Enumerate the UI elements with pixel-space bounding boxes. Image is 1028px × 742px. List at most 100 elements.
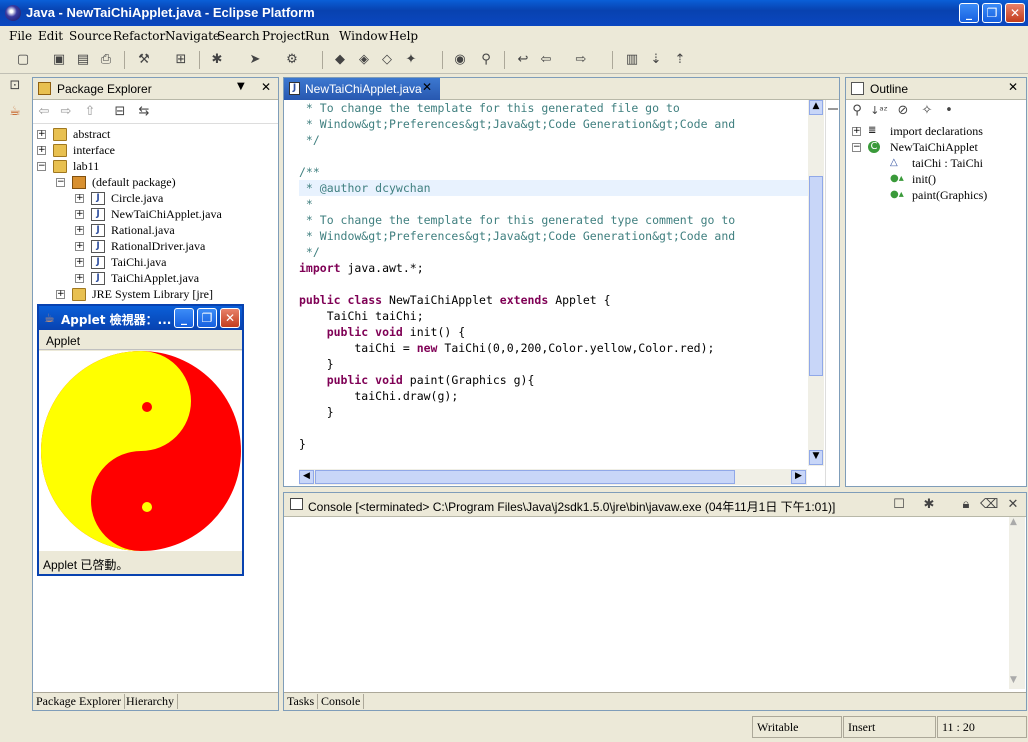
- hide-local-types-icon[interactable]: •: [940, 102, 958, 120]
- applet-close-button[interactable]: ✕: [220, 308, 240, 328]
- hscroll-thumb[interactable]: [315, 470, 735, 484]
- java-perspective-icon[interactable]: ☕: [6, 103, 24, 121]
- menu-window[interactable]: Window: [339, 29, 388, 43]
- expand-icon[interactable]: +: [37, 130, 46, 139]
- new-interface-icon[interactable]: ◇: [378, 51, 396, 69]
- new-project-icon[interactable]: ⚒: [135, 51, 153, 69]
- external-tools-icon[interactable]: ⚙: [283, 51, 301, 69]
- open-perspective-icon[interactable]: ⊡: [6, 77, 24, 95]
- prev-annotation-icon[interactable]: ⇡: [671, 51, 689, 69]
- next-annotation-icon[interactable]: ⇣: [647, 51, 665, 69]
- expand-icon[interactable]: +: [75, 242, 84, 251]
- applet-maximize-button[interactable]: ❐: [197, 308, 217, 328]
- console-vertical-scrollbar[interactable]: ▲ ▼: [1009, 517, 1025, 689]
- collapse-icon[interactable]: −: [56, 178, 65, 187]
- up-icon[interactable]: ⇧: [81, 103, 99, 121]
- menu-source[interactable]: Source: [69, 29, 112, 43]
- tab-console[interactable]: Console: [318, 694, 365, 709]
- back-icon[interactable]: ⇦: [35, 103, 53, 121]
- expand-icon[interactable]: +: [852, 127, 861, 136]
- back-icon[interactable]: ⇦: [537, 51, 555, 69]
- menu-edit[interactable]: Edit: [38, 29, 63, 43]
- console-header: Console [<terminated> C:\Program Files\J…: [284, 493, 1026, 517]
- menu-search[interactable]: Search: [217, 29, 260, 43]
- scroll-up-arrow[interactable]: ▲: [809, 100, 823, 115]
- tab-hierarchy[interactable]: Hierarchy: [123, 694, 178, 709]
- debug-icon[interactable]: ✱: [208, 51, 226, 69]
- minimize-button[interactable]: _: [959, 3, 979, 23]
- print-icon[interactable]: ⎙: [97, 51, 115, 69]
- last-edit-icon[interactable]: ↩: [514, 51, 532, 69]
- new-icon[interactable]: ▢: [14, 51, 32, 69]
- editor-vertical-scrollbar[interactable]: ▲ ▼: [808, 100, 824, 466]
- save-all-icon[interactable]: ▤: [74, 51, 92, 69]
- applet-minimize-button[interactable]: _: [174, 308, 194, 328]
- code-text-area[interactable]: * To change the template for this genera…: [299, 100, 809, 455]
- show-source-icon[interactable]: ▥: [623, 51, 641, 69]
- expand-icon[interactable]: +: [75, 210, 84, 219]
- expand-icon[interactable]: +: [37, 146, 46, 155]
- menu-refactor[interactable]: Refactor: [113, 29, 165, 43]
- sort-icon[interactable]: ↓ᵃᶻ: [870, 102, 888, 120]
- expand-icon[interactable]: +: [75, 258, 84, 267]
- close-button[interactable]: ✕: [1005, 3, 1025, 23]
- menu-run[interactable]: Run: [305, 29, 330, 43]
- console-output[interactable]: [284, 517, 1008, 689]
- collapse-all-icon[interactable]: ⊟: [111, 103, 129, 121]
- tab-tasks[interactable]: Tasks: [284, 694, 319, 709]
- new-wizard-icon[interactable]: ✦: [402, 51, 420, 69]
- editor-tab-active[interactable]: J NewTaiChiApplet.java ✕: [284, 78, 440, 100]
- new-package-icon[interactable]: ◈: [355, 51, 373, 69]
- open-type-icon[interactable]: ⊞: [172, 51, 190, 69]
- menu-file[interactable]: File: [9, 29, 32, 43]
- scroll-down-arrow[interactable]: ▼: [1010, 675, 1017, 685]
- field-icon: △: [890, 157, 898, 168]
- applet-status: Applet 已啓動。: [43, 558, 129, 572]
- close-tab-icon[interactable]: ✕: [422, 80, 432, 94]
- tree-item-label: interface: [73, 143, 115, 157]
- menu-help[interactable]: Help: [389, 29, 418, 43]
- applet-viewer-window[interactable]: ☕ Applet 檢視器：... _ ❐ ✕ Applet Applet 已啓動…: [37, 304, 244, 576]
- scroll-up-arrow[interactable]: ▲: [1010, 517, 1017, 527]
- folder-icon: [53, 144, 67, 157]
- hide-static-icon[interactable]: ⊘: [894, 102, 912, 120]
- scroll-left-arrow[interactable]: ◀: [299, 470, 314, 484]
- save-icon[interactable]: ▣: [50, 51, 68, 69]
- applet-menu[interactable]: Applet: [46, 334, 80, 348]
- hide-fields-icon[interactable]: ⚲: [848, 102, 866, 120]
- maximize-button[interactable]: ❐: [982, 3, 1002, 23]
- status-writable: Writable: [752, 716, 842, 738]
- scroll-lock-icon[interactable]: 🔒︎: [957, 496, 975, 514]
- link-editor-icon[interactable]: ⇆: [135, 103, 153, 121]
- hide-nonpublic-icon[interactable]: ✧: [918, 102, 936, 120]
- expand-icon[interactable]: +: [75, 226, 84, 235]
- close-view-icon[interactable]: ✕: [1008, 80, 1018, 94]
- forward-icon[interactable]: ⇨: [572, 51, 590, 69]
- run-icon[interactable]: ➤: [246, 51, 264, 69]
- search-icon[interactable]: ⚲: [477, 51, 495, 69]
- menu-project[interactable]: Project: [262, 29, 305, 43]
- tree-item-label: JRE System Library [jre]: [92, 287, 213, 301]
- tab-package-explorer[interactable]: Package Explorer: [33, 694, 125, 709]
- expand-icon[interactable]: +: [56, 290, 65, 299]
- terminate-icon[interactable]: ☐: [890, 496, 908, 514]
- close-view-icon[interactable]: ✕: [261, 80, 271, 94]
- menu-navigate[interactable]: Navigate: [165, 29, 220, 43]
- collapse-icon[interactable]: −: [852, 143, 861, 152]
- new-class-icon[interactable]: ◆: [331, 51, 349, 69]
- scroll-right-arrow[interactable]: ▶: [791, 470, 806, 484]
- view-menu-icon[interactable]: ▼: [237, 81, 245, 92]
- forward-icon[interactable]: ⇨: [57, 103, 75, 121]
- scroll-thumb[interactable]: [809, 176, 823, 376]
- code-line: taiChi = new TaiChi(0,0,200,Color.yellow…: [299, 341, 715, 355]
- scroll-down-arrow[interactable]: ▼: [809, 450, 823, 465]
- close-view-icon[interactable]: ✕: [1004, 496, 1022, 514]
- clear-console-icon[interactable]: ⌫: [980, 496, 998, 514]
- editor-horizontal-scrollbar[interactable]: ◀ ▶: [299, 469, 807, 485]
- expand-icon[interactable]: +: [75, 274, 84, 283]
- display-selected-console-icon[interactable]: ✱: [920, 496, 938, 514]
- open-perspective-icon[interactable]: ◉: [451, 51, 469, 69]
- expand-icon[interactable]: +: [75, 194, 84, 203]
- collapse-icon[interactable]: −: [37, 162, 46, 171]
- outline-item-label: init(): [912, 172, 936, 186]
